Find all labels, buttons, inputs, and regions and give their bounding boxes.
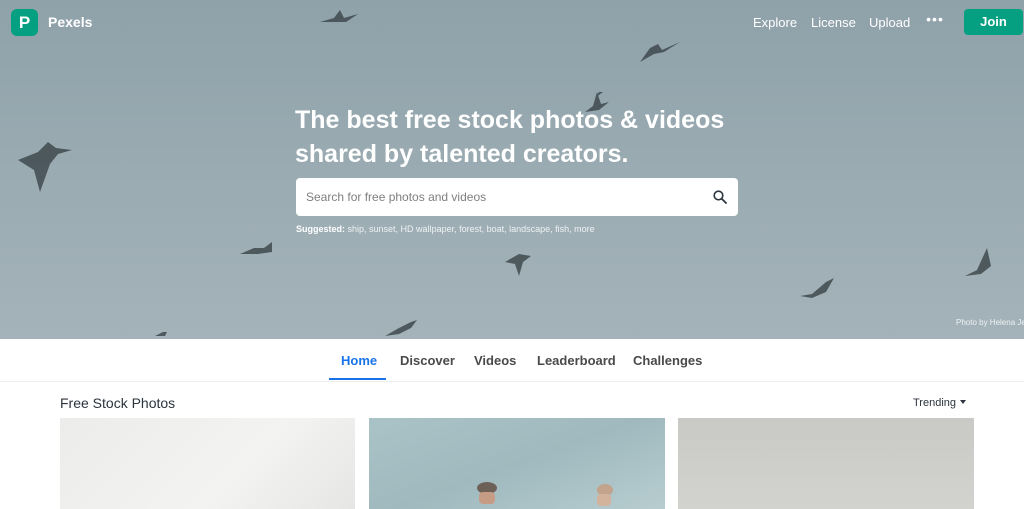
suggested-searches: Suggested: ship, sunset, HD wallpaper, f… (296, 224, 595, 234)
hero-headline-line-1: The best free stock photos & videos (295, 106, 725, 134)
photo-card[interactable] (60, 418, 355, 509)
search-icon[interactable] (713, 190, 727, 204)
ellipsis-icon[interactable]: ••• (926, 12, 944, 30)
logo-letter: P (18, 13, 31, 32)
suggested-label: Suggested: (296, 224, 346, 234)
photo-card[interactable] (678, 418, 974, 509)
hero-headline: The best free stock photos & videos shar… (295, 103, 755, 171)
active-tab-indicator (329, 378, 386, 380)
tab-videos[interactable]: Videos (474, 353, 516, 368)
search-bar (296, 178, 738, 216)
tab-leaderboard[interactable]: Leaderboard (537, 353, 616, 368)
top-navigation: P Pexels Explore License Upload ••• Join (0, 0, 1024, 44)
nav-license[interactable]: License (811, 15, 856, 30)
tab-home[interactable]: Home (341, 353, 377, 368)
caret-down-icon[interactable] (960, 400, 966, 404)
brand-name[interactable]: Pexels (48, 14, 92, 30)
hero-headline-line-2: shared by talented creators. (295, 140, 629, 168)
pexels-logo[interactable]: P (11, 9, 38, 36)
search-input[interactable] (306, 178, 706, 216)
nav-explore[interactable]: Explore (753, 15, 797, 30)
hero-banner: P Pexels Explore License Upload ••• Join… (0, 0, 1024, 339)
sort-dropdown[interactable]: Trending (913, 397, 956, 409)
tab-challenges[interactable]: Challenges (633, 353, 702, 368)
suggested-items[interactable]: ship, sunset, HD wallpaper, forest, boat… (348, 224, 595, 234)
swimmers-photo (477, 482, 613, 506)
photo-card[interactable] (369, 418, 665, 509)
tab-discover[interactable]: Discover (400, 353, 455, 368)
nav-upload[interactable]: Upload (869, 15, 910, 30)
join-button[interactable]: Join (964, 9, 1023, 35)
section-title: Free Stock Photos (60, 395, 176, 411)
photo-credit[interactable]: Photo by Helena Je (956, 318, 1024, 327)
main-tabs: Home Discover Videos Leaderboard Challen… (0, 339, 1024, 382)
